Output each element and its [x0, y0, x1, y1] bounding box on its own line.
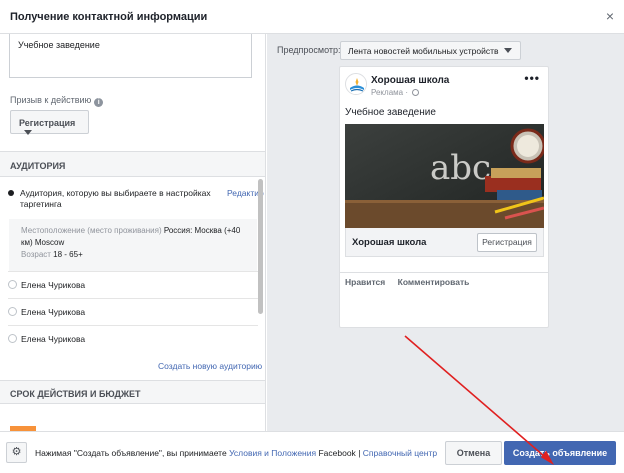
scrollbar-thumb[interactable] — [258, 179, 263, 314]
ad-preview-card: Хорошая школа Реклама · ••• Учебное заве… — [339, 66, 549, 328]
saved-audience-item[interactable]: Елена Чурикова — [8, 325, 258, 351]
location-label: Местоположение (место проживания) — [21, 226, 162, 235]
ad-cta-button[interactable]: Регистрация — [477, 233, 537, 252]
page-logo — [345, 73, 367, 95]
page-name[interactable]: Хорошая школа — [371, 75, 449, 86]
radio-unselected[interactable] — [8, 280, 17, 289]
more-options-icon[interactable]: ••• — [524, 72, 540, 84]
ad-settings-panel: Учебное заведение Призыв к действию i Рег… — [0, 34, 266, 431]
ad-image: abc — [345, 124, 544, 228]
dialog-footer: ⚙ Нажимая "Создать объявление", вы прини… — [0, 431, 624, 473]
ad-headline: Хорошая школа — [352, 237, 427, 248]
age-label: Возраст — [21, 250, 51, 259]
post-actions: Нравится Комментировать — [345, 277, 479, 287]
saved-audience-name: Елена Чурикова — [21, 280, 86, 290]
create-ad-button[interactable]: Создать объявление — [504, 441, 616, 465]
location-line: Местоположение (место проживания) Россия… — [21, 225, 245, 249]
like-action[interactable]: Нравится — [345, 277, 385, 287]
dialog-header: Получение контактной информации × — [0, 0, 624, 34]
audience-section-header: АУДИТОРИЯ — [0, 151, 265, 177]
cta-label: Призыв к действию i — [10, 95, 104, 107]
preview-label: Предпросмотр: — [277, 45, 341, 55]
radio-selected[interactable] — [8, 190, 14, 196]
radio-unselected[interactable] — [8, 307, 17, 316]
terms-link[interactable]: Условия и Положения — [229, 448, 316, 458]
create-audience-link[interactable]: Создать новую аудиторию — [158, 361, 262, 371]
age-line: Возраст 18 - 65+ — [21, 249, 245, 261]
budget-section-header: СРОК ДЕЙСТВИЯ И БЮДЖЕТ — [0, 380, 265, 404]
radio-unselected[interactable] — [8, 334, 17, 343]
saved-audience-item[interactable]: Елена Чурикова — [8, 298, 258, 324]
terms-text-before: Нажимая "Создать объявление", вы принима… — [35, 448, 227, 458]
info-icon[interactable]: i — [94, 98, 104, 107]
saved-audience-name: Елена Чурикова — [21, 307, 86, 317]
footer-separator: | — [358, 448, 361, 458]
close-icon[interactable]: × — [606, 9, 614, 23]
ad-link-bar[interactable]: Хорошая школа Регистрация — [345, 228, 544, 257]
card-divider — [340, 272, 548, 273]
caret-down-icon — [24, 130, 32, 135]
svg-text:abc: abc — [430, 148, 491, 188]
saved-audience-name: Елена Чурикова — [21, 334, 86, 344]
sponsored-text: Реклама — [371, 88, 404, 97]
placement-value: Лента новостей мобильных устройств — [348, 46, 499, 56]
audience-details: Местоположение (место проживания) Россия… — [9, 219, 257, 271]
placement-dropdown[interactable]: Лента новостей мобильных устройств — [340, 41, 521, 60]
saved-audience-item[interactable]: Елена Чурикова — [8, 271, 258, 297]
text-field[interactable]: Учебное заведение — [9, 34, 252, 78]
comment-action[interactable]: Комментировать — [398, 277, 470, 287]
age-value: 18 - 65+ — [53, 250, 83, 259]
dialog-title: Получение контактной информации — [10, 11, 208, 23]
cta-label-text: Призыв к действию — [10, 95, 92, 105]
caret-down-icon — [503, 48, 512, 53]
post-text: Учебное заведение — [345, 107, 436, 118]
sponsored-separator: · — [405, 88, 408, 97]
audience-option-label: Аудитория, которую вы выбираете в настро… — [20, 188, 211, 209]
sponsored-label: Реклама · — [371, 88, 420, 97]
preview-panel: Предпросмотр: Лента новостей мобильных у… — [267, 34, 624, 431]
cancel-button[interactable]: Отмена — [445, 441, 502, 465]
cta-dropdown-value: Регистрация — [19, 118, 76, 128]
terms-text-after: Facebook — [318, 448, 356, 458]
globe-icon — [412, 89, 420, 96]
help-center-link[interactable]: Справочный центр — [363, 448, 437, 458]
cta-dropdown[interactable]: Регистрация — [10, 110, 89, 135]
gear-icon[interactable]: ⚙ — [6, 442, 27, 463]
terms-notice: Нажимая "Создать объявление", вы принима… — [35, 448, 437, 458]
